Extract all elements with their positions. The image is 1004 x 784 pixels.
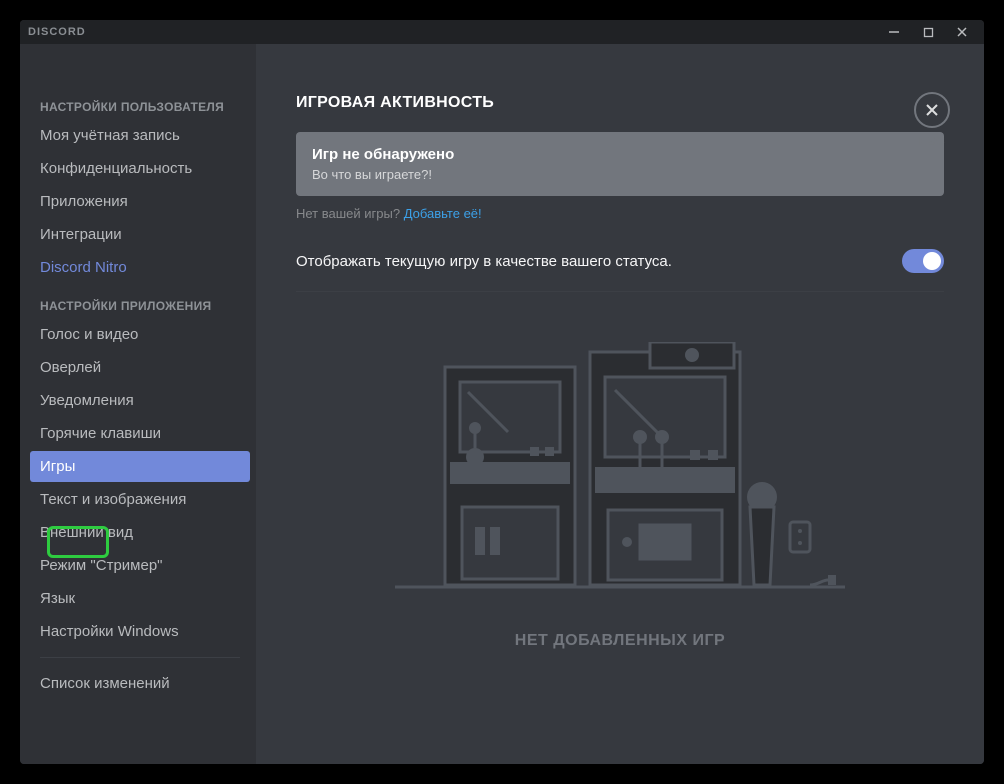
arcade-illustration-icon bbox=[390, 342, 850, 602]
hint-text: Нет вашей игры? bbox=[296, 206, 404, 221]
settings-sidebar: НАСТРОЙКИ ПОЛЬЗОВАТЕЛЯ Моя учётная запис… bbox=[20, 44, 256, 764]
sidebar-item-appearance[interactable]: Внешний вид bbox=[30, 517, 250, 548]
sidebar-item-overlay[interactable]: Оверлей bbox=[30, 352, 250, 383]
sidebar-item-authorized[interactable]: Приложения bbox=[30, 186, 250, 217]
toggle-row-display-game: Отображать текущую игру в качестве вашег… bbox=[296, 249, 944, 292]
titlebar: DISCORD bbox=[20, 20, 984, 44]
sidebar-item-windows[interactable]: Настройки Windows bbox=[30, 616, 250, 647]
no-game-subtitle: Во что вы играете?! bbox=[312, 167, 928, 182]
sidebar-item-keybinds[interactable]: Горячие клавиши bbox=[30, 418, 250, 449]
add-game-hint: Нет вашей игры? Добавьте её! bbox=[296, 206, 944, 221]
sidebar-header-app: НАСТРОЙКИ ПРИЛОЖЕНИЯ bbox=[30, 293, 250, 319]
empty-state: НЕТ ДОБАВЛЕННЫХ ИГР bbox=[296, 342, 944, 650]
minimize-icon[interactable] bbox=[886, 24, 902, 40]
maximize-icon[interactable] bbox=[920, 24, 936, 40]
sidebar-header-user: НАСТРОЙКИ ПОЛЬЗОВАТЕЛЯ bbox=[30, 94, 250, 120]
sidebar-item-streamer[interactable]: Режим "Стример" bbox=[30, 550, 250, 581]
sidebar-item-notifications[interactable]: Уведомления bbox=[30, 385, 250, 416]
sidebar-item-games[interactable]: Игры bbox=[30, 451, 250, 482]
no-game-title: Игр не обнаружено bbox=[312, 146, 928, 163]
app-window: DISCORD НАСТРОЙКИ ПОЛЬЗОВАТЕЛЯ Моя учётн… bbox=[20, 20, 984, 764]
toggle-label: Отображать текущую игру в качестве вашег… bbox=[296, 253, 672, 270]
close-button[interactable] bbox=[914, 92, 950, 128]
sidebar-item-my-account[interactable]: Моя учётная запись bbox=[30, 120, 250, 151]
close-window-icon[interactable] bbox=[954, 24, 970, 40]
no-game-box: Игр не обнаружено Во что вы играете?! bbox=[296, 132, 944, 196]
esc-label: ESC bbox=[919, 134, 945, 148]
sidebar-item-text-images[interactable]: Текст и изображения bbox=[30, 484, 250, 515]
app-title: DISCORD bbox=[28, 26, 886, 38]
add-game-link[interactable]: Добавьте её! bbox=[404, 206, 482, 221]
sidebar-item-nitro[interactable]: Discord Nitro bbox=[30, 252, 250, 283]
sidebar-item-voice-video[interactable]: Голос и видео bbox=[30, 319, 250, 350]
content-area: ИГРОВАЯ АКТИВНОСТЬ Игр не обнаружено Во … bbox=[256, 44, 984, 764]
sidebar-item-language[interactable]: Язык bbox=[30, 583, 250, 614]
sidebar-separator bbox=[40, 657, 240, 658]
sidebar-item-privacy[interactable]: Конфиденциальность bbox=[30, 153, 250, 184]
empty-label: НЕТ ДОБАВЛЕННЫХ ИГР bbox=[515, 632, 725, 650]
page-title: ИГРОВАЯ АКТИВНОСТЬ bbox=[296, 94, 944, 112]
sidebar-item-changelog[interactable]: Список изменений bbox=[30, 668, 250, 699]
close-settings: ESC bbox=[914, 92, 950, 148]
window-controls bbox=[886, 24, 976, 40]
sidebar-item-connections[interactable]: Интеграции bbox=[30, 219, 250, 250]
display-game-toggle[interactable] bbox=[902, 249, 944, 273]
